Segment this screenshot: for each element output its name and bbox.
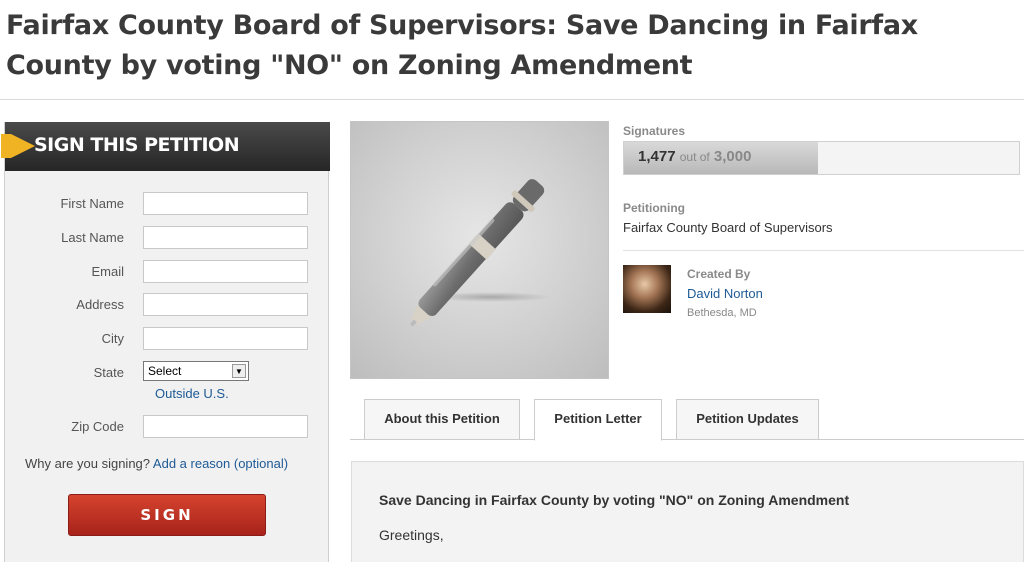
email-label: Email (91, 264, 124, 279)
city-row: City (5, 327, 330, 351)
letter-title: Save Dancing in Fairfax County by voting… (379, 492, 850, 508)
sign-button[interactable]: SIGN (68, 494, 266, 536)
flag-icon (1, 134, 11, 158)
petition-image (350, 121, 609, 379)
state-selected-value: Select (148, 364, 182, 378)
info-divider (623, 250, 1024, 251)
last-name-field[interactable] (143, 226, 308, 249)
state-row: State Select ▼ (5, 361, 330, 385)
why-signing-prompt: Why are you signing? (25, 456, 151, 471)
last-name-label: Last Name (61, 230, 124, 245)
tab-about-petition[interactable]: About this Petition (364, 399, 520, 440)
created-by-label: Created By (687, 267, 751, 281)
creator-location: Bethesda, MD (687, 307, 757, 319)
petitioning-target: Fairfax County Board of Supervisors (623, 220, 833, 235)
city-field[interactable] (143, 327, 308, 350)
avatar[interactable] (623, 265, 671, 313)
tab-petition-updates[interactable]: Petition Updates (676, 399, 819, 440)
petition-letter-box: Save Dancing in Fairfax County by voting… (351, 461, 1024, 562)
outside-us-link[interactable]: Outside U.S. (155, 386, 229, 401)
page-title: Fairfax County Board of Supervisors: Sav… (6, 10, 918, 81)
signature-count: 1,477 (638, 148, 676, 165)
signature-goal: 3,000 (713, 148, 752, 165)
sign-panel-header: SIGN THIS PETITION (1, 122, 330, 171)
last-name-row: Last Name (5, 226, 330, 250)
address-row: Address (5, 293, 330, 317)
signature-progress-bar: 1,477 out of 3,000 (623, 141, 1020, 175)
address-label: Address (76, 297, 124, 312)
city-label: City (101, 331, 124, 346)
zip-code-field[interactable] (143, 415, 308, 438)
petitioning-label: Petitioning (623, 201, 685, 215)
chevron-down-icon[interactable]: ▼ (232, 364, 246, 378)
zip-label: Zip Code (71, 419, 124, 434)
first-name-field[interactable] (143, 192, 308, 215)
why-signing-row: Why are you signing? Add a reason (optio… (25, 456, 288, 471)
sign-petition-panel: SIGN THIS PETITION First Name Last Name … (1, 122, 330, 562)
zip-row: Zip Code (5, 415, 330, 439)
email-row: Email (5, 260, 330, 284)
title-divider (0, 99, 1024, 100)
address-field[interactable] (143, 293, 308, 316)
tab-petition-letter[interactable]: Petition Letter (534, 399, 662, 441)
add-reason-link[interactable]: Add a reason (optional) (153, 456, 288, 471)
state-label: State (93, 365, 124, 380)
letter-greeting: Greetings, (379, 527, 444, 543)
first-name-row: First Name (5, 192, 330, 216)
signature-count-text: 1,477 out of 3,000 (638, 148, 751, 165)
signatures-label: Signatures (623, 124, 686, 138)
first-name-label: First Name (60, 196, 124, 211)
state-select[interactable]: Select ▼ (143, 361, 249, 381)
email-field[interactable] (143, 260, 308, 283)
sign-panel-title: SIGN THIS PETITION (34, 134, 240, 156)
creator-name-link[interactable]: David Norton (687, 286, 763, 301)
signature-out-of: out of (679, 150, 710, 164)
flag-arrow-icon (11, 134, 35, 158)
pen-icon (409, 179, 551, 327)
